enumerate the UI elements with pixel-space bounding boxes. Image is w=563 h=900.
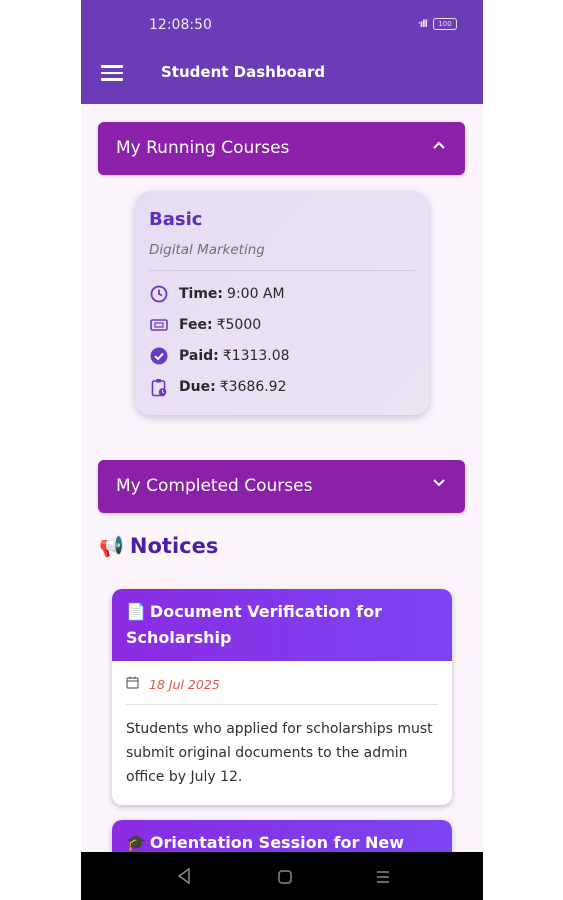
fee-value: ₹5000 — [216, 317, 262, 333]
clock-icon — [149, 284, 169, 304]
completed-courses-toggle[interactable]: My Completed Courses — [98, 460, 465, 513]
course-name: Digital Marketing — [149, 242, 265, 258]
notice-title: Document Verification for Scholarship — [126, 602, 383, 647]
fee-label: Fee: — [179, 317, 213, 333]
system-nav-bar — [81, 852, 483, 900]
menu-line — [101, 71, 123, 74]
signal-icon: ᐧıll — [417, 18, 428, 30]
notice-title: Orientation Session for New — [149, 833, 404, 852]
status-time: 12:08:50 — [149, 17, 212, 33]
time-row: Time: 9:00 AM — [149, 284, 285, 304]
time-value: 9:00 AM — [227, 286, 285, 302]
back-icon[interactable] — [177, 867, 191, 888]
chevron-down-icon — [433, 479, 445, 489]
app-bar: 12:08:50 ᐧıll 100 Student Dashboard — [81, 0, 483, 104]
megaphone-icon: 📢 — [99, 534, 124, 558]
clipboard-clock-icon — [149, 377, 169, 397]
running-courses-title: My Running Courses — [116, 138, 290, 158]
notices-title: Notices — [129, 534, 219, 558]
time-label: Time: — [179, 286, 224, 302]
due-row: Due: ₹3686.92 — [149, 377, 287, 397]
document-icon: 📄 — [126, 602, 146, 621]
notices-heading: 📢 Notices — [99, 534, 218, 558]
notice-body: Students who applied for scholarships mu… — [126, 721, 433, 785]
course-level: Basic — [149, 209, 203, 230]
due-label: Due: — [179, 379, 216, 395]
page-title: Student Dashboard — [161, 63, 326, 81]
phone-screen: 12:08:50 ᐧıll 100 Student Dashboard My R… — [81, 0, 483, 900]
completed-courses-title: My Completed Courses — [116, 476, 313, 496]
calendar-icon — [126, 676, 139, 692]
notice-header: 📄 Document Verification for Scholarship — [112, 589, 452, 661]
money-icon — [149, 315, 169, 335]
home-icon[interactable] — [278, 869, 292, 888]
fee-row: Fee: ₹5000 — [149, 315, 261, 335]
check-circle-icon — [149, 346, 169, 366]
paid-value: ₹1313.08 — [222, 348, 290, 364]
battery-icon: 100 — [433, 18, 457, 30]
due-value: ₹3686.92 — [219, 379, 287, 395]
menu-line — [101, 65, 123, 68]
course-card[interactable]: Basic Digital Marketing Time: 9:00 AM Fe… — [135, 191, 429, 415]
menu-line — [101, 78, 123, 81]
running-courses-toggle[interactable]: My Running Courses — [98, 122, 465, 175]
notice-card[interactable]: 📄 Document Verification for Scholarship 1… — [112, 589, 452, 805]
divider — [149, 270, 415, 271]
notice-date: 18 Jul 2025 — [149, 676, 220, 692]
notice-date-row: 18 Jul 2025 — [112, 661, 452, 692]
paid-label: Paid: — [179, 348, 219, 364]
recents-icon[interactable] — [376, 869, 390, 888]
status-icons: ᐧıll 100 — [418, 18, 457, 30]
chevron-up-icon — [433, 141, 445, 151]
menu-button[interactable] — [101, 65, 123, 81]
paid-row: Paid: ₹1313.08 — [149, 346, 290, 366]
